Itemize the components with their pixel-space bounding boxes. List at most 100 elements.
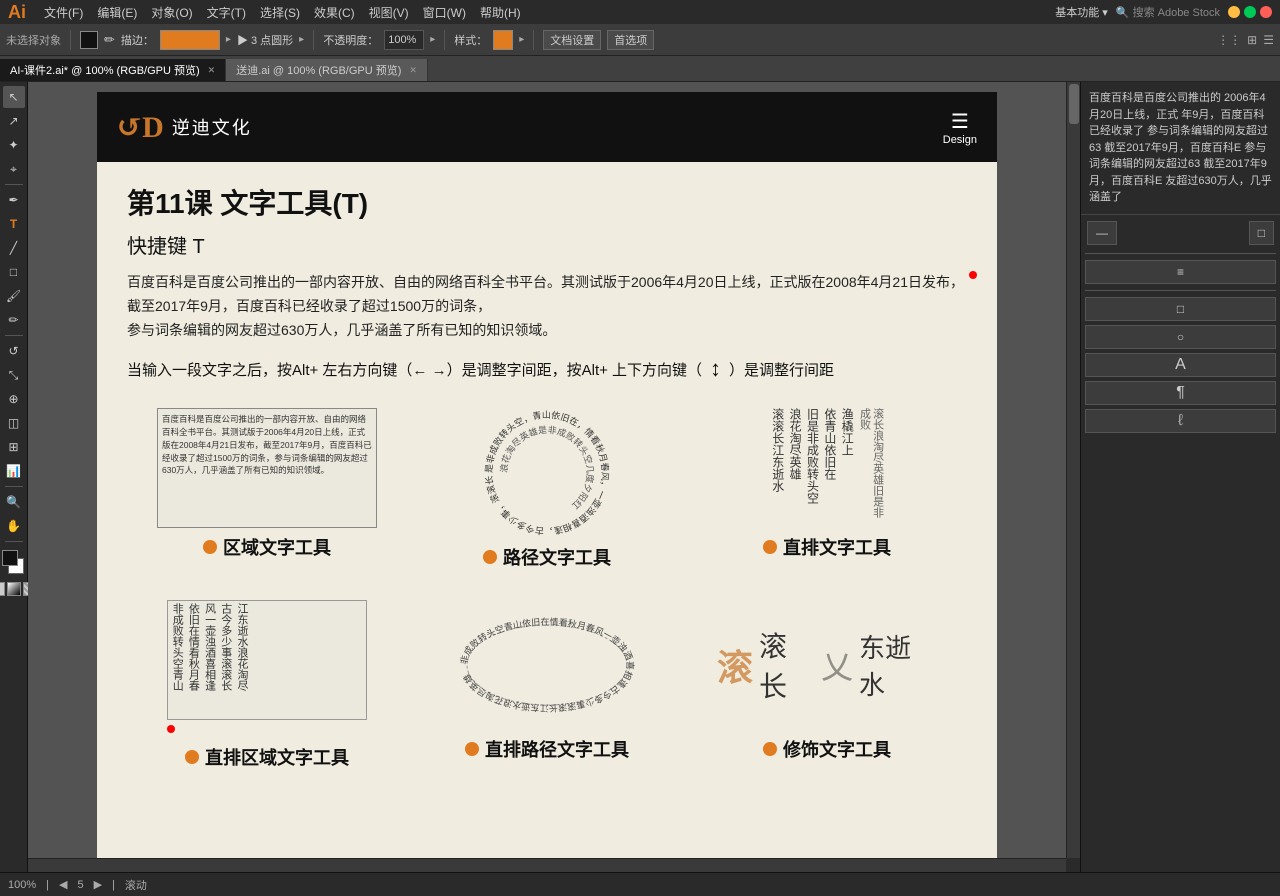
page-num: 5 xyxy=(77,879,83,891)
v-area-dot-container xyxy=(167,720,367,738)
status-bar: 100% | ◀ 5 ▶ | 滚动 xyxy=(0,872,1280,896)
maximize-button[interactable] xyxy=(1244,6,1256,18)
rp-minimize[interactable]: — xyxy=(1087,221,1117,245)
right-panel-text: 百度百科是百度公司推出的 2006年4月20日上线，正式 年9月，百度百科已经收… xyxy=(1081,82,1280,214)
pen-tool[interactable]: ✒ xyxy=(3,189,25,211)
rp-glyph-btn[interactable]: ℓ xyxy=(1085,409,1276,433)
v-path-text-demo: 非成败转头空青山依旧在情看秋月春风一壶浊酒喜相逢古今多少事滚滚长江东逝水浪花淘尽… xyxy=(447,600,647,730)
rp-restore[interactable]: □ xyxy=(1249,221,1274,245)
toolbar-sep-4 xyxy=(533,30,534,50)
lasso-tool[interactable]: ⌖ xyxy=(3,158,25,180)
scrollbar-thumb-v[interactable] xyxy=(1069,84,1079,124)
blend-tool[interactable]: ⊕ xyxy=(3,388,25,410)
rp-align-btn[interactable]: ≡ xyxy=(1085,260,1276,284)
menu-window[interactable]: 窗口(W) xyxy=(423,4,466,21)
style-label: 样式： xyxy=(454,32,487,48)
points-arrow: ▸ xyxy=(299,34,304,45)
rp-text-btn[interactable]: A xyxy=(1085,353,1276,377)
rp-toolbar-row1: — □ xyxy=(1085,219,1276,247)
canvas-scroll: ↺D 逆迪文化 ☰ Design 第11课 文字工具(T) 快捷键 T xyxy=(28,82,1066,858)
scrollbar-vertical[interactable] xyxy=(1066,82,1080,858)
opacity-arrow: ▸ xyxy=(430,34,435,45)
preferences-button[interactable]: 首选项 xyxy=(607,30,654,50)
nav-next[interactable]: ▶ xyxy=(94,878,102,891)
scale-tool[interactable]: ⤡ xyxy=(3,364,25,386)
doc-settings-button[interactable]: 文档设置 xyxy=(543,30,601,50)
rp-para-btn[interactable]: ¶ xyxy=(1085,381,1276,405)
gradient-tool[interactable]: ◫ xyxy=(3,412,25,434)
text-tool[interactable]: T xyxy=(3,213,25,235)
paintbrush-tool[interactable]: 🖌 xyxy=(3,285,25,307)
logo-symbol: ↺D xyxy=(117,110,164,145)
rp-circle-btn[interactable]: ○ xyxy=(1085,325,1276,349)
svg-text:浪花淘尽英雄是非成败转头空几度夕阳红: 浪花淘尽英雄是非成败转头空几度夕阳红 xyxy=(498,424,596,512)
line-tool[interactable]: ╱ xyxy=(3,237,25,259)
area-text-content: 百度百科是百度公司推出的一部内容开放、自由的网络百科全书平台。其测试版于2006… xyxy=(162,414,372,475)
menu-effect[interactable]: 效果(C) xyxy=(314,4,355,21)
pencil-tool[interactable]: ✏ xyxy=(3,309,25,331)
area-text-cell: 百度百科是百度公司推出的一部内容开放、自由的网络百科全书平台。其测试版于2006… xyxy=(127,398,407,580)
extra-icon: ⋮⋮ xyxy=(1217,33,1241,47)
instruction-text: 当输入一段文字之后，按Alt+ 左右方向键（← →）是调整字间距，按Alt+ 上… xyxy=(127,356,967,382)
brush-icon: ✏ xyxy=(104,32,115,48)
menu-text[interactable]: 文字(T) xyxy=(207,4,246,21)
document-canvas: ↺D 逆迪文化 ☰ Design 第11课 文字工具(T) 快捷键 T xyxy=(97,92,997,858)
gradient-swatch[interactable] xyxy=(7,582,21,596)
opacity-input[interactable] xyxy=(384,30,424,50)
zoom-tool[interactable]: 🔍 xyxy=(3,491,25,513)
menu-file[interactable]: 文件(F) xyxy=(44,4,83,21)
nav-prev[interactable]: ◀ xyxy=(59,878,67,891)
right-panel: 百度百科是百度公司推出的 2006年4月20日上线，正式 年9月，百度百科已经收… xyxy=(1080,82,1280,872)
rp-rect-btn[interactable]: □ xyxy=(1085,297,1276,321)
v-vert-col-1: 非成败转头空青山 xyxy=(170,603,183,717)
v-area-red-dot xyxy=(167,725,175,733)
hamburger-icon[interactable]: ☰ xyxy=(951,109,969,134)
zoom-level: 100% xyxy=(8,879,36,891)
tab-0-label: AI-课件2.ai* @ 100% (RGB/GPU 预览) xyxy=(10,62,200,78)
hand-tool[interactable]: ✋ xyxy=(3,515,25,537)
menu-select[interactable]: 选择(S) xyxy=(260,4,300,21)
right-panel-tools: — □ ≡ □ ○ A ¶ ℓ xyxy=(1081,214,1280,437)
tool-grid-row1: 百度百科是百度公司推出的一部内容开放、自由的网络百科全书平台。其测试版于2006… xyxy=(127,398,967,580)
stroke-color[interactable] xyxy=(160,30,220,50)
magic-wand-tool[interactable]: ✦ xyxy=(3,134,25,156)
status-sep-1: | xyxy=(46,879,49,891)
vertical-text-demo: 滚滚长江东逝水 浪花淘尽英雄 旧是非成败转头空 依青山依旧在 渔橇江上 滚长浪淘… xyxy=(770,408,883,528)
minimize-button[interactable] xyxy=(1228,6,1240,18)
tab-1[interactable]: 送迪.ai @ 100% (RGB/GPU 预览) ✕ xyxy=(226,59,428,81)
menu-view[interactable]: 视图(V) xyxy=(369,4,409,21)
style-swatch[interactable] xyxy=(493,30,513,50)
direct-select-tool[interactable]: ↗ xyxy=(3,110,25,132)
v-area-text-cell: 非成败转头空青山 依旧在情看秋月春 风一壶浊酒喜相逢 古今多少事滚滚长 江东逝水… xyxy=(127,590,407,780)
basic-functions[interactable]: 基本功能 ▾ xyxy=(1055,4,1108,20)
rp-sep-1 xyxy=(1085,253,1276,254)
tab-0-close[interactable]: ✕ xyxy=(208,65,216,76)
tab-0[interactable]: AI-课件2.ai* @ 100% (RGB/GPU 预览) ✕ xyxy=(0,59,226,81)
bullet-6 xyxy=(763,742,777,756)
v-vert-col-4: 古今多少事滚滚长 xyxy=(219,603,232,717)
tab-1-close[interactable]: ✕ xyxy=(409,65,417,76)
menu-edit[interactable]: 编辑(E) xyxy=(97,4,137,21)
bottom-tool-grid: 非成败转头空青山 依旧在情看秋月春 风一壶浊酒喜相逢 古今多少事滚滚长 江东逝水… xyxy=(127,590,967,780)
foreground-swatch[interactable] xyxy=(2,550,18,566)
workspace: ↖ ↗ ✦ ⌖ ✒ T ╱ □ 🖌 ✏ ↺ ⤡ ⊕ ◫ ⊞ 📊 🔍 ✋ xyxy=(0,82,1280,872)
graph-tool[interactable]: 📊 xyxy=(3,460,25,482)
v-area-text-label: 直排区域文字工具 xyxy=(185,744,349,770)
close-button[interactable] xyxy=(1260,6,1272,18)
menu-help[interactable]: 帮助(H) xyxy=(480,4,521,21)
shape-tool[interactable]: □ xyxy=(3,261,25,283)
fill-swatch[interactable] xyxy=(80,31,98,49)
mesh-tool[interactable]: ⊞ xyxy=(3,436,25,458)
v-vert-col-5: 江东逝水浪花淘尽 xyxy=(235,603,248,717)
none-swatch[interactable] xyxy=(0,582,5,596)
menu-object[interactable]: 对象(O) xyxy=(151,4,192,21)
no-selection-label: 未选择对象 xyxy=(6,32,61,48)
search-stock[interactable]: 🔍 搜索 Adobe Stock xyxy=(1116,4,1220,20)
align-icon: ⊞ xyxy=(1247,33,1257,47)
rotate-tool[interactable]: ↺ xyxy=(3,340,25,362)
v-path-text-label: 直排路径文字工具 xyxy=(465,736,629,762)
tool-sep-2 xyxy=(5,335,23,336)
selection-tool[interactable]: ↖ xyxy=(3,86,25,108)
status-sep-2: | xyxy=(112,879,115,891)
scrollbar-horizontal[interactable] xyxy=(28,858,1066,872)
